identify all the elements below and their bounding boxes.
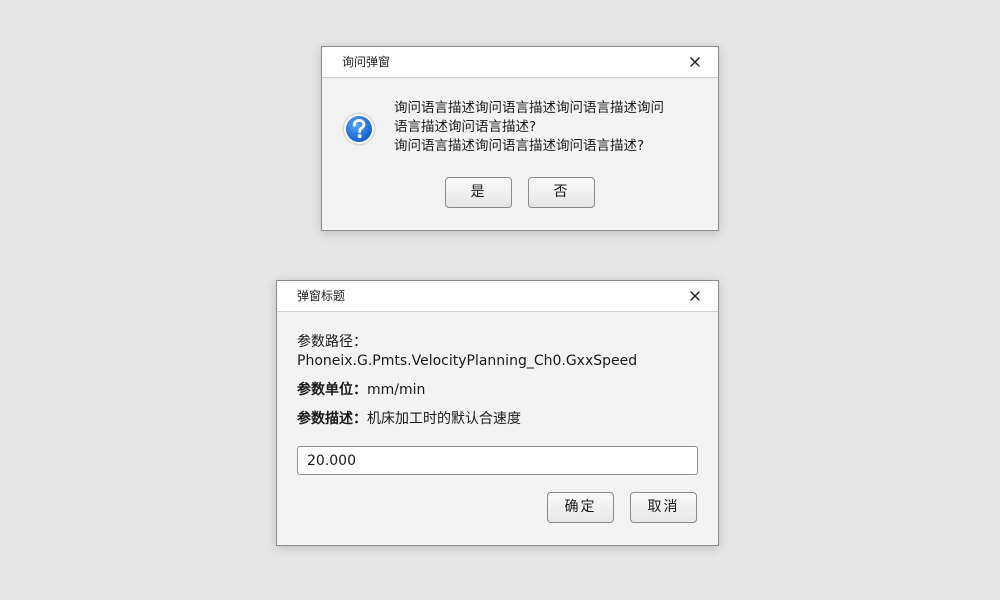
param-desc-label: 参数描述：	[297, 411, 367, 427]
yes-button[interactable]: 是	[445, 177, 512, 208]
param-value-input[interactable]	[297, 446, 698, 475]
close-icon[interactable]	[686, 53, 704, 71]
message-line: 语言描述询问语言描述?	[394, 119, 537, 135]
dialog-title: 询问弹窗	[342, 55, 391, 69]
message-line: 询问语言描述询问语言描述询问语言描述询问	[394, 100, 664, 116]
no-button[interactable]: 否	[528, 177, 595, 208]
dialog-message: 询问语言描述询问语言描述询问语言描述询问 语言描述询问语言描述? 询问语言描述询…	[394, 99, 704, 156]
confirm-dialog: 询问弹窗 询问语言描述询问语言描述询问语言描述询问 语言描述询问语言描述? 询问…	[321, 46, 719, 231]
param-unit-value: mm/min	[367, 382, 426, 398]
param-unit-label: 参数单位：	[297, 382, 367, 398]
param-desc-row: 参数描述：机床加工时的默认合速度	[297, 410, 521, 429]
cancel-button[interactable]: 取消	[630, 492, 697, 523]
dialog-title: 弹窗标题	[297, 289, 346, 303]
param-path-label: 参数路径：	[297, 334, 367, 350]
close-icon[interactable]	[686, 287, 704, 305]
ok-button[interactable]: 确定	[547, 492, 614, 523]
dialog-titlebar[interactable]: 询问弹窗	[322, 47, 718, 78]
param-dialog: 弹窗标题 参数路径： Phoneix.G.Pmts.VelocityPlanni…	[276, 280, 719, 546]
param-desc-value: 机床加工时的默认合速度	[367, 411, 521, 427]
param-unit-row: 参数单位：mm/min	[297, 381, 425, 400]
message-line: 询问语言描述询问语言描述询问语言描述?	[394, 138, 645, 154]
param-path-value: Phoneix.G.Pmts.VelocityPlanning_Ch0.GxxS…	[297, 353, 638, 369]
dialog-titlebar[interactable]: 弹窗标题	[277, 281, 718, 312]
question-icon	[341, 111, 377, 147]
